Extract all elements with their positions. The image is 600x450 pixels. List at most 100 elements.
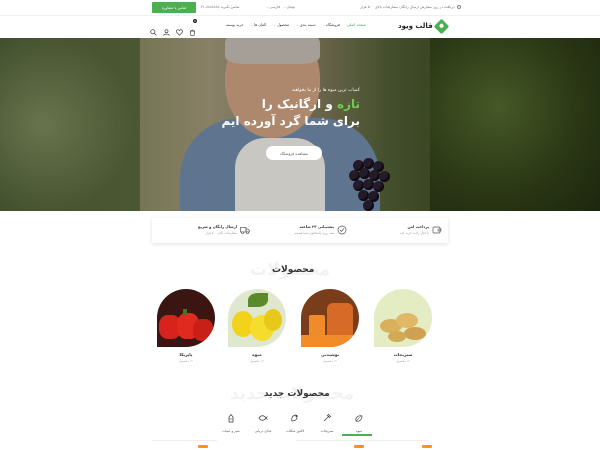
orange-slices [301, 335, 359, 347]
nav-item-label: محصول [276, 23, 290, 27]
phone-text: ۰۲۱-۸۸۸۸۸۸۸ تماس بگیرید [199, 5, 240, 9]
language-label: فارسی [269, 5, 281, 9]
feature-delivery: ارسال رایگان و سریع سفارشات بالای ۵۰۰ هز… [158, 223, 250, 238]
hero-title-line1: تازه و ارگانیک را [240, 97, 360, 111]
category-fruit[interactable]: میوه ۱۲ محصول [227, 289, 287, 363]
fruit-icon [355, 415, 363, 422]
dairy-icon [228, 413, 234, 423]
feature-title: پرداخت امن [407, 225, 429, 229]
features-bar: پرداخت امن با خیال راحت خرید کنید پشتیبا… [152, 218, 448, 243]
logo-text: قالب ویود [398, 22, 433, 30]
secure-payment-icon [432, 226, 442, 234]
main-nav: صفحه اصلی فروشگاه⌄ دسته بندی⌄ محصول⌄ الم… [226, 23, 366, 27]
tab-label: شیر و لبنیات [222, 429, 240, 433]
top-bar: تماس با مشاوره ۰۲۱-۸۸۸۸۸۸۸ تماس بگیرید ⌄… [0, 0, 600, 16]
pepper-stem [183, 309, 187, 315]
feature-secure-payment: پرداخت امن با خیال راحت خرید کنید [350, 223, 442, 238]
nav-item-elements[interactable]: المان ها⌄ [251, 23, 267, 27]
fruit-image [228, 289, 286, 347]
tab-chocolate[interactable]: لاکتوز شکلات [282, 408, 308, 433]
product-card[interactable] [296, 440, 364, 450]
chevron-down-icon: ⌄ [250, 23, 254, 27]
category-drinks[interactable]: نوشیدنی ۱۲ محصول [300, 289, 360, 363]
chevron-down-icon: ⌄ [296, 23, 299, 27]
discount-badge [422, 445, 432, 448]
feature-desc: با خیال راحت خرید کنید [399, 231, 429, 235]
category-vegetables[interactable]: سبزیجات ۱۲ محصول [373, 289, 433, 363]
hero-title-highlight: تازه [336, 97, 360, 111]
search-icon[interactable] [150, 21, 157, 36]
tab-label: لاکتوز شکلات [285, 429, 305, 433]
cart-icon[interactable]: 0 [189, 19, 197, 36]
paprika-image [157, 289, 215, 347]
tab-vegetables[interactable]: سبزیجات [314, 408, 340, 433]
cart-count-badge: 0 [193, 19, 197, 23]
clock-icon [456, 5, 461, 9]
category-count: ۱۲ محصول [395, 359, 411, 363]
logo-mark-icon [433, 18, 449, 34]
category-name: نوشیدنی [320, 352, 340, 357]
view-shop-button[interactable]: مشاهده فروشگاه [266, 146, 322, 160]
nav-item-label: دسته بندی [299, 23, 316, 27]
tab-label: میوه [355, 429, 363, 433]
hero-title-line2: برای شما گرد آورده ایم [221, 114, 361, 128]
category-count: ۱۲ محصول [178, 359, 194, 363]
site-logo[interactable]: قالب ویود [398, 18, 449, 34]
user-icon[interactable] [163, 21, 170, 36]
track-order[interactable]: دریافت در روز سفارش [420, 5, 461, 9]
feature-desc: همه روزه پاسخگوی شما هستیم [294, 231, 334, 235]
seafood-icon [258, 415, 268, 421]
product-card[interactable] [152, 440, 217, 450]
nav-item-buy-theme[interactable]: خرید پوسته [226, 23, 244, 27]
support-icon [337, 225, 347, 235]
main-header: 0 صفحه اصلی فروشگاه⌄ دسته بندی⌄ محصول⌄ ا… [0, 16, 600, 38]
currency-selector[interactable]: ⌄تومان [283, 5, 295, 9]
header-icons: 0 [150, 19, 197, 36]
nav-item-label: صفحه اصلی [346, 23, 366, 27]
chevron-down-icon: ⌄ [273, 23, 276, 27]
category-count: ۱۲ محصول [322, 359, 338, 363]
category-paprika[interactable]: پاپریکا ۱۲ محصول [156, 289, 216, 363]
feature-desc: سفارشات بالای ۵۰۰ هزار [205, 231, 237, 235]
tab-fruit[interactable]: میوه [346, 408, 372, 433]
new-products-title: محصولات جدید [264, 389, 330, 399]
topbar-phone: ۰۲۱-۸۸۸۸۸۸۸ تماس بگیرید [199, 5, 239, 9]
hero-subtitle: کمیاب ترین میوه ها را از ما بخواهید [291, 88, 360, 93]
nav-item-shop[interactable]: فروشگاه⌄ [323, 23, 340, 27]
hero-title-rest: و ارگانیک را [261, 97, 337, 111]
hero-banner: کمیاب ترین میوه ها را از ما بخواهید تازه… [0, 38, 600, 211]
consult-button[interactable]: تماس با مشاوره [152, 2, 196, 13]
delivery-truck-icon [240, 227, 250, 235]
nav-item-product[interactable]: محصول⌄ [273, 23, 289, 27]
chocolate-icon [291, 414, 298, 422]
category-name: میوه [252, 352, 262, 357]
active-tab-underline [342, 434, 372, 436]
currency-label: تومان [286, 5, 296, 9]
category-count: ۱۲ محصول [249, 359, 265, 363]
feature-support: پشتیبانی ۲۴ ساعته همه روزه پاسخگوی شما ه… [252, 223, 347, 238]
nav-item-label: المان ها [254, 23, 267, 27]
tab-seafood[interactable]: غذای دریایی [250, 408, 276, 433]
tab-dairy[interactable]: شیر و لبنیات [218, 408, 244, 433]
feature-title: پشتیبانی ۲۴ ساعته [299, 225, 334, 229]
language-selector[interactable]: ⌄فارسی [266, 5, 280, 9]
wishlist-heart-icon[interactable] [176, 21, 183, 36]
category-name: پاپریکا [179, 352, 193, 357]
potato-shape [396, 313, 418, 328]
category-name: سبزیجات [393, 352, 413, 357]
track-order-text: دریافت در روز سفارش [420, 5, 455, 9]
potato-shape [404, 327, 426, 340]
feature-title: ارسال رایگان و سریع [197, 225, 237, 229]
leaf-shape [248, 293, 268, 307]
tab-label: غذای دریایی [254, 429, 272, 433]
shipping-note: ارسال رایگان سفارشات بالای ۵۰۰ هزار [360, 5, 419, 9]
nav-item-categories[interactable]: دسته بندی⌄ [296, 23, 315, 27]
product-card[interactable] [364, 440, 432, 450]
discount-badge [198, 445, 208, 448]
shipping-note-text: ارسال رایگان سفارشات بالای ۵۰۰ هزار [360, 5, 420, 9]
nav-item-home[interactable]: صفحه اصلی [347, 23, 366, 27]
vegetables-image [374, 289, 432, 347]
chevron-down-icon: ⌄ [266, 5, 269, 9]
product-cards-row [152, 440, 448, 450]
drinks-image [301, 289, 359, 347]
